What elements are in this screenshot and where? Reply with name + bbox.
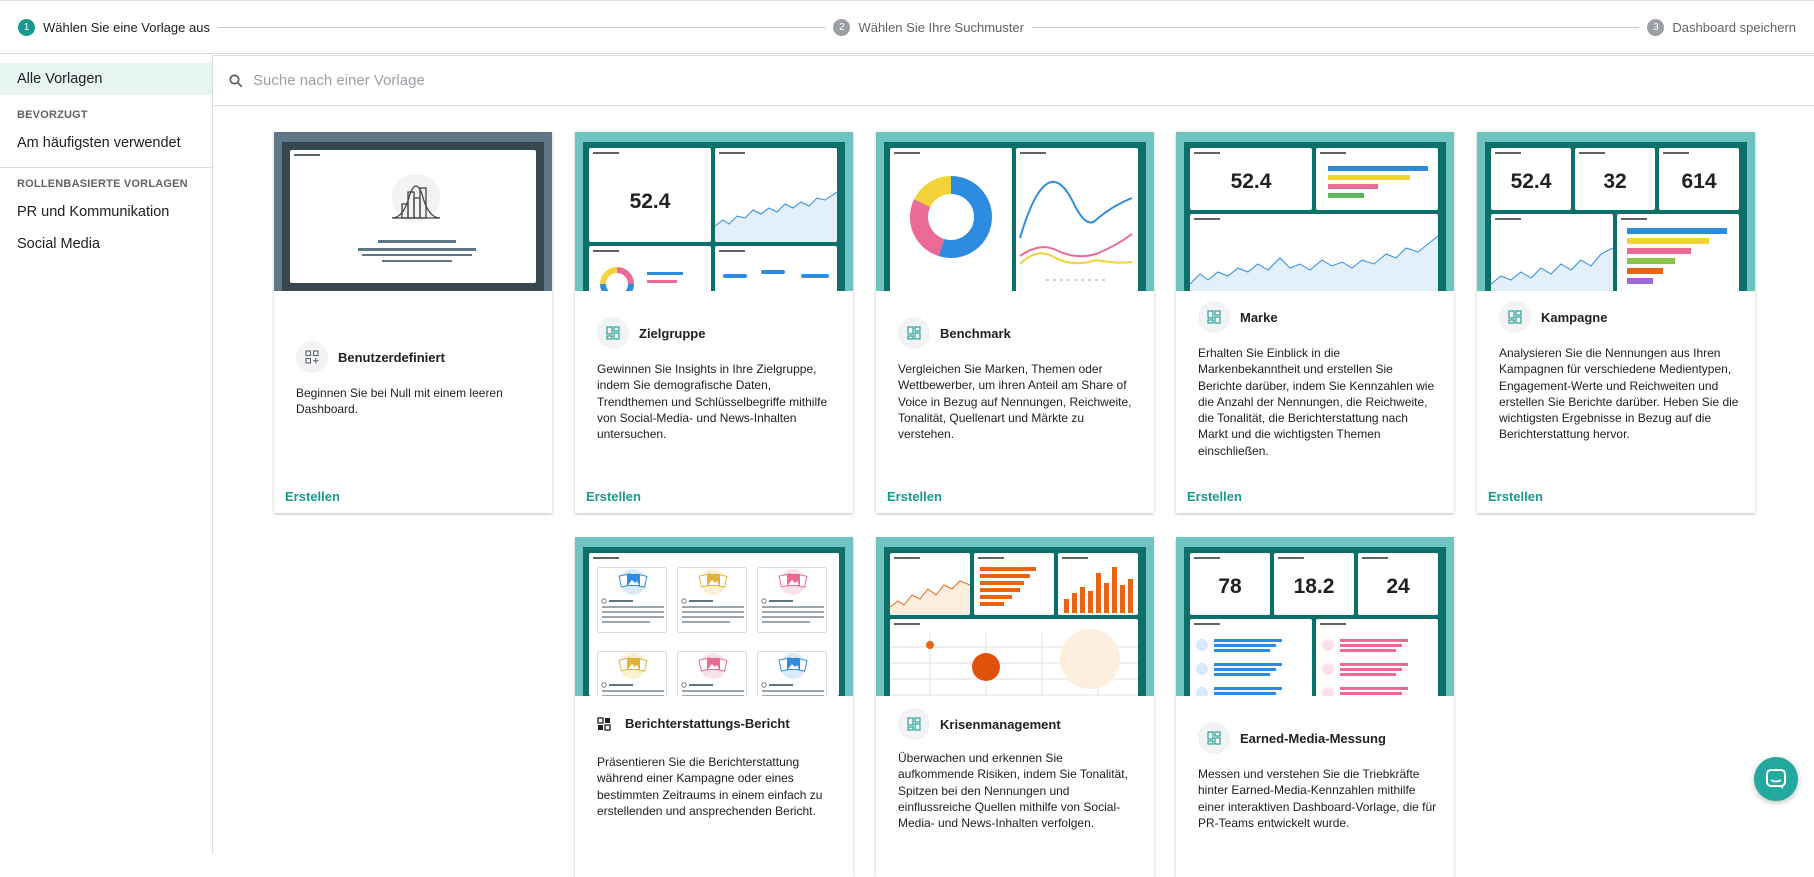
step-connector <box>217 26 826 28</box>
article-thumbnail <box>757 567 827 633</box>
sidebar: Alle Vorlagen BEVORZUGT Am häufigsten ve… <box>0 55 213 854</box>
card-preview: 52.4 32 614 <box>1477 132 1755 291</box>
sidebar-item-pr[interactable]: PR und Kommunikation <box>0 196 212 228</box>
card-body: Zielgruppe Gewinnen Sie Insights in Ihre… <box>575 291 853 513</box>
kpi-value: 18.2 <box>1293 575 1335 598</box>
chart-placeholder-icon <box>391 174 441 222</box>
step-connector <box>1031 26 1640 28</box>
kpi-value: 52.4 <box>1510 170 1552 193</box>
card-title: Kampagne <box>1541 309 1608 325</box>
card-description: Gewinnen Sie Insights in Ihre Zielgruppe… <box>597 362 828 442</box>
kpi-value: 78 <box>1218 575 1242 598</box>
dashboard-icon <box>898 708 930 740</box>
card-description: Messen und verstehen Sie die Triebkräfte… <box>1198 767 1437 830</box>
card-preview: 78 18.2 24 <box>1176 537 1454 696</box>
article-thumbnail <box>677 567 747 633</box>
card-preview <box>876 537 1154 696</box>
search-bar <box>213 55 1814 106</box>
kpi-value: 52.4 <box>629 190 671 213</box>
step-2[interactable]: 2 Wählen Sie Ihre Suchmuster <box>833 18 1024 36</box>
create-button[interactable]: Erstellen <box>586 489 641 504</box>
create-button[interactable]: Erstellen <box>285 489 340 504</box>
template-card-earned-media[interactable]: 78 18.2 24 Earned-Media-Messung Messen u… <box>1176 537 1454 877</box>
kpi-value: 32 <box>1603 170 1627 193</box>
card-description: Präsentieren Sie die Berichterstattung w… <box>597 755 823 818</box>
chat-icon <box>1766 769 1786 789</box>
card-title: Marke <box>1240 309 1278 325</box>
sidebar-item-all-templates[interactable]: Alle Vorlagen <box>0 63 212 95</box>
step-label: Wählen Sie Ihre Suchmuster <box>858 19 1024 35</box>
step-label: Dashboard speichern <box>1672 19 1796 35</box>
card-body: Earned-Media-Messung Messen und verstehe… <box>1176 696 1454 877</box>
kpi-value: 24 <box>1386 575 1410 598</box>
dashboard-icon <box>898 317 930 349</box>
create-button[interactable]: Erstellen <box>1187 489 1242 504</box>
template-card-crisis[interactable]: Krisenmanagement Überwachen und erkennen… <box>876 537 1154 877</box>
template-card-benchmark[interactable]: Benchmark Vergleichen Sie Marken, Themen… <box>876 132 1154 513</box>
card-body: Krisenmanagement Überwachen und erkennen… <box>876 696 1154 877</box>
kpi-value: 52.4 <box>1230 170 1272 193</box>
card-preview: 52.4 <box>575 132 853 291</box>
card-body: Berichterstattungs-Bericht Präsentieren … <box>575 696 853 877</box>
card-title: Benutzerdefiniert <box>338 349 445 365</box>
article-thumbnail <box>597 567 667 633</box>
stepper: 1 Wählen Sie eine Vorlage aus 2 Wählen S… <box>0 0 1814 54</box>
card-title: Krisenmanagement <box>940 716 1061 732</box>
article-thumbnail <box>757 651 827 696</box>
card-description: Beginnen Sie bei Null mit einem leeren D… <box>296 386 503 417</box>
article-thumbnail <box>597 651 667 696</box>
sidebar-item-social-media[interactable]: Social Media <box>0 228 212 260</box>
card-preview: 52.4 <box>1176 132 1454 291</box>
article-thumbnail <box>677 651 747 696</box>
template-card-audience[interactable]: 52.4 Zielgruppe Gewinnen Sie Insights in… <box>575 132 853 513</box>
sidebar-heading-favorites: BEVORZUGT <box>17 109 88 121</box>
template-card-brand[interactable]: 52.4 Marke Erhalten Sie Einblick in die … <box>1176 132 1454 513</box>
card-body: Benchmark Vergleichen Sie Marken, Themen… <box>876 291 1154 513</box>
card-title: Benchmark <box>940 325 1011 341</box>
report-icon <box>597 716 611 731</box>
card-description: Vergleichen Sie Marken, Themen oder Wett… <box>898 362 1132 442</box>
card-title: Zielgruppe <box>639 325 706 341</box>
search-input[interactable] <box>253 72 853 89</box>
card-title: Earned-Media-Messung <box>1240 730 1386 746</box>
dashboard-icon <box>1499 301 1531 333</box>
card-body: Kampagne Analysieren Sie die Nennungen a… <box>1477 291 1755 513</box>
template-card-coverage-report[interactable]: Berichterstattungs-Bericht Präsentieren … <box>575 537 853 877</box>
step-number: 1 <box>18 18 35 36</box>
card-preview <box>575 537 853 696</box>
step-number: 3 <box>1647 18 1665 36</box>
card-preview <box>876 132 1154 291</box>
card-body: Marke Erhalten Sie Einblick in die Marke… <box>1176 291 1454 513</box>
create-button[interactable]: Erstellen <box>1488 489 1543 504</box>
search-icon <box>229 73 243 87</box>
card-description: Analysieren Sie die Nennungen aus Ihren … <box>1499 346 1739 442</box>
template-card-custom[interactable]: Benutzerdefiniert Beginnen Sie bei Null … <box>274 132 552 513</box>
step-3[interactable]: 3 Dashboard speichern <box>1647 18 1796 36</box>
sidebar-item-most-used[interactable]: Am häufigsten verwendet <box>0 127 212 159</box>
template-card-campaign[interactable]: 52.4 32 614 Kampagne Analysieren Sie die… <box>1477 132 1755 513</box>
kpi-value: 614 <box>1681 170 1717 193</box>
card-description: Erhalten Sie Einblick in die Markenbekan… <box>1198 346 1435 458</box>
chat-launcher-button[interactable] <box>1754 757 1798 801</box>
add-widget-icon <box>296 341 328 373</box>
dashboard-icon <box>1198 301 1230 333</box>
card-body: Benutzerdefiniert Beginnen Sie bei Null … <box>274 291 552 513</box>
dashboard-icon <box>597 317 629 349</box>
step-label: Wählen Sie eine Vorlage aus <box>43 19 210 35</box>
sidebar-heading-role-based: ROLLENBASIERTE VORLAGEN <box>17 178 188 190</box>
card-description: Überwachen und erkennen Sie aufkommende … <box>898 751 1128 831</box>
step-number: 2 <box>833 18 851 36</box>
step-1[interactable]: 1 Wählen Sie eine Vorlage aus <box>18 18 210 36</box>
card-title: Berichterstattungs-Bericht <box>625 716 790 731</box>
card-preview <box>274 132 552 291</box>
create-button[interactable]: Erstellen <box>887 489 942 504</box>
dashboard-icon <box>1198 722 1230 754</box>
